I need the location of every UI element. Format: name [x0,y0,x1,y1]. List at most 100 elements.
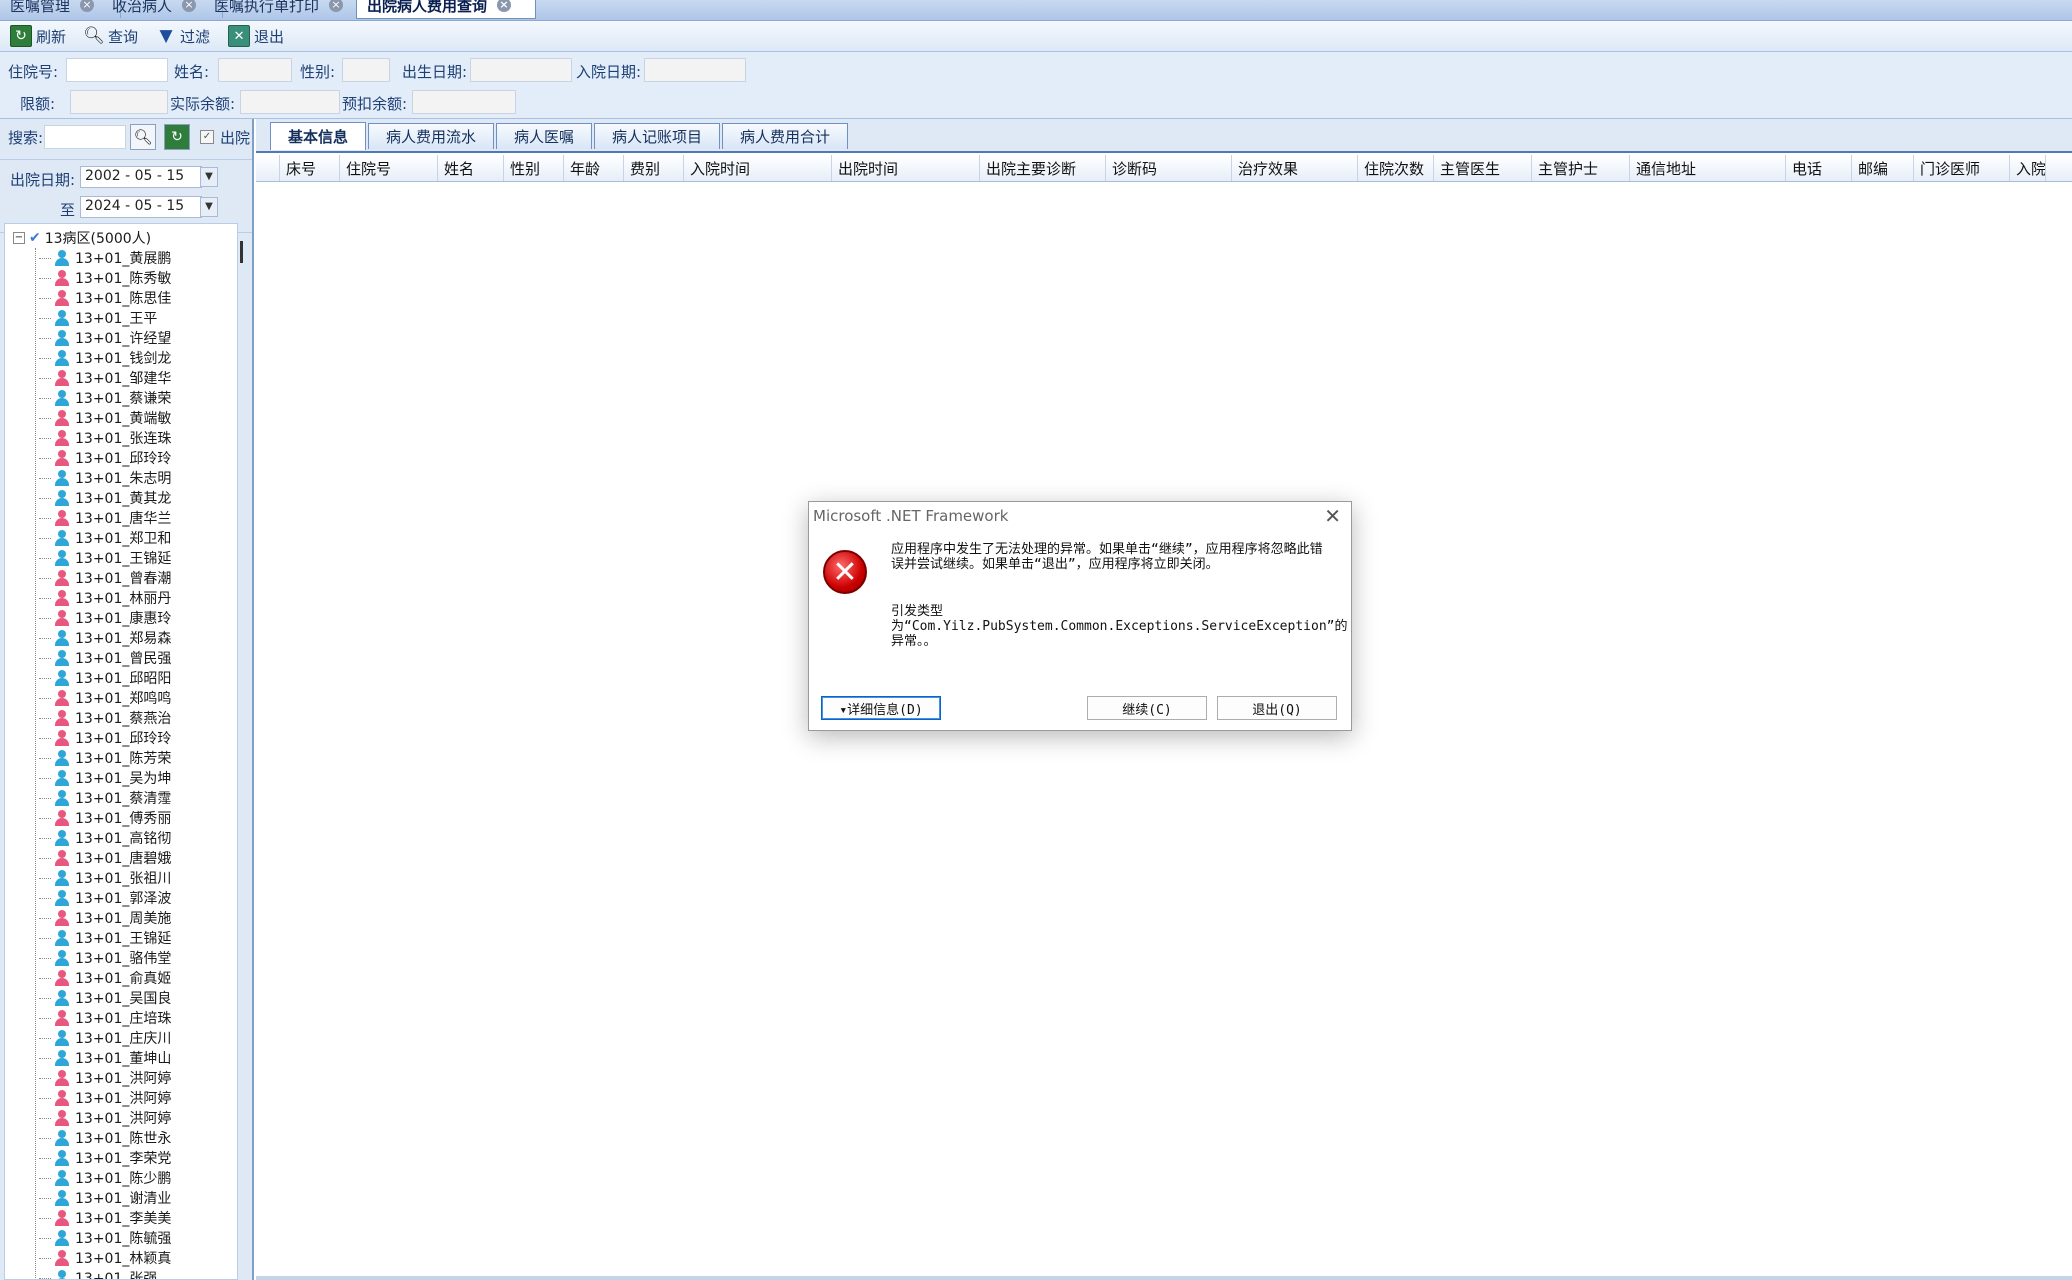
patient-tree-item[interactable]: 13+01_蔡燕治 [39,708,171,728]
patient-tree-item[interactable]: 13+01_张强 [39,1268,171,1279]
patient-tree-item[interactable]: 13+01_林丽丹 [39,588,171,608]
patient-tree-item[interactable]: 13+01_邱玲玲 [39,448,171,468]
patient-tree-item[interactable]: 13+01_黄展鹏 [39,248,171,268]
patient-tree-item[interactable]: 13+01_董坤山 [39,1048,171,1068]
patient-tree-item[interactable]: 13+01_林颖真 [39,1248,171,1268]
tab-basic-info[interactable]: 基本信息 [270,122,366,150]
grid-column-header[interactable]: 主管护士 [1532,155,1630,181]
grid-column-header[interactable]: 姓名 [438,155,504,181]
patient-tree-item[interactable]: 13+01_许经望 [39,328,171,348]
grid-column-header[interactable]: 邮编 [1852,155,1914,181]
grid-column-header[interactable]: 出院时间 [832,155,980,181]
patient-tree-item[interactable]: 13+01_洪阿婷 [39,1108,171,1128]
patient-tree-item[interactable]: 13+01_邱昭阳 [39,668,171,688]
grid-column-header[interactable]: 入院时间 [684,155,832,181]
patient-tree-item[interactable]: 13+01_朱志明 [39,468,171,488]
patient-tree-item[interactable]: 13+01_曾民强 [39,648,171,668]
close-icon[interactable]: × [329,0,344,12]
patient-tree-item[interactable]: 13+01_陈芳荣 [39,748,171,768]
patient-tree-item[interactable]: 13+01_唐碧娥 [39,848,171,868]
patient-tree-item[interactable]: 13+01_洪阿婷 [39,1088,171,1108]
patient-tree-item[interactable]: 13+01_郑鸣鸣 [39,688,171,708]
details-button[interactable]: ▾详细信息(D) [821,696,941,720]
patient-tree-item[interactable]: 13+01_李美美 [39,1208,171,1228]
patient-tree-item[interactable]: 13+01_黄其龙 [39,488,171,508]
continue-button[interactable]: 继续(C) [1087,696,1207,720]
patient-tree-item[interactable]: 13+01_钱剑龙 [39,348,171,368]
refresh-tree-button[interactable]: ↻ [164,124,190,150]
tab-fee-flow[interactable]: 病人费用流水 [368,123,494,149]
close-icon[interactable]: × [182,0,197,12]
patient-tree-item[interactable]: 13+01_傅秀丽 [39,808,171,828]
patient-tree-item[interactable]: 13+01_俞真姬 [39,968,171,988]
tab-orders[interactable]: 病人医嘱 [496,123,592,149]
patient-tree-item[interactable]: 13+01_庄培珠 [39,1008,171,1028]
patient-tree-item[interactable]: 13+01_陈世永 [39,1128,171,1148]
patient-tree-item[interactable]: 13+01_高铭彻 [39,828,171,848]
chevron-down-icon[interactable]: ▼ [200,197,218,217]
doc-tab-print[interactable]: 医嘱执行单打印 × [204,0,375,18]
grid-column-header[interactable]: 住院次数 [1358,155,1434,181]
patient-tree-item[interactable]: 13+01_庄庆川 [39,1028,171,1048]
patient-tree-item[interactable]: 13+01_王锦延 [39,548,171,568]
patient-tree-item[interactable]: 13+01_黄端敏 [39,408,171,428]
grid-column-header[interactable]: 出院主要诊断 [980,155,1106,181]
grid-column-header[interactable]: 主管医生 [1434,155,1532,181]
birth-date-input[interactable] [470,58,572,82]
patient-tree-item[interactable]: 13+01_陈秀敏 [39,268,171,288]
patient-tree-item[interactable]: 13+01_张连珠 [39,428,171,448]
grid-column-header[interactable]: 电话 [1786,155,1852,181]
patient-tree-item[interactable]: 13+01_陈思佳 [39,288,171,308]
admit-date-input[interactable] [644,58,746,82]
patient-tree-item[interactable]: 13+01_谢清业 [39,1188,171,1208]
grid-column-header[interactable]: 治疗效果 [1232,155,1358,181]
date-to-field[interactable]: 2024 - 05 - 15 [80,196,202,218]
chevron-down-icon[interactable]: ▼ [200,167,218,187]
close-icon[interactable]: ✕ [1324,504,1341,528]
patient-tree-item[interactable]: 13+01_郭泽波 [39,888,171,908]
query-button[interactable]: 🔍︎ 查询 [80,23,142,49]
refresh-button[interactable]: ↻ 刷新 [6,23,70,49]
close-icon[interactable]: × [497,0,512,12]
bottom-scrollbar[interactable] [256,1276,2072,1280]
tab-billing-items[interactable]: 病人记账项目 [594,123,720,149]
grid-column-header[interactable]: 住院号 [340,155,438,181]
patient-tree-item[interactable]: 13+01_吴国良 [39,988,171,1008]
collapse-icon[interactable]: − [13,232,25,244]
grid-column-header[interactable]: 门诊医师 [1914,155,2010,181]
patient-tree-item[interactable]: 13+01_王平 [39,308,171,328]
patient-tree-item[interactable]: 13+01_陈少鹏 [39,1168,171,1188]
patient-tree-item[interactable]: 13+01_吴为坤 [39,768,171,788]
filter-button[interactable]: ▼ 过滤 [152,23,214,49]
date-from-field[interactable]: 2002 - 05 - 15 [80,166,202,188]
search-button[interactable]: 🔍︎ [130,124,156,150]
patient-tree-item[interactable]: 13+01_郑卫和 [39,528,171,548]
close-icon[interactable]: × [80,0,95,12]
tab-fee-total[interactable]: 病人费用合计 [722,123,848,149]
name-input[interactable] [218,58,292,82]
grid-column-header[interactable]: 费别 [624,155,684,181]
grid-column-header[interactable]: 诊断码 [1106,155,1232,181]
grid-column-header[interactable]: 性别 [504,155,564,181]
patient-tree-item[interactable]: 13+01_蔡清霪 [39,788,171,808]
doc-tab-discharge-fee[interactable]: 出院病人费用查询 × [356,0,536,19]
quit-button[interactable]: 退出(Q) [1217,696,1337,720]
prepaid-balance-input[interactable] [412,90,516,114]
patient-tree-item[interactable]: 13+01_王锦延 [39,928,171,948]
search-input[interactable] [44,125,126,149]
actual-balance-input[interactable] [240,90,340,114]
grid-column-header[interactable]: 床号 [280,155,340,181]
grid-column-header[interactable]: 通信地址 [1630,155,1786,181]
patient-tree-item[interactable]: 13+01_曾春潮 [39,568,171,588]
patient-tree-item[interactable]: 13+01_郑易森 [39,628,171,648]
admission-no-input[interactable] [66,58,168,82]
exit-button[interactable]: ✕ 退出 [224,23,288,49]
patient-tree-item[interactable]: 13+01_唐华兰 [39,508,171,528]
grid-column-header[interactable]: 年龄 [564,155,624,181]
patient-tree-item[interactable]: 13+01_张祖川 [39,868,171,888]
patient-tree-item[interactable]: 13+01_蔡谦荣 [39,388,171,408]
patient-tree-item[interactable]: 13+01_陈毓强 [39,1228,171,1248]
patient-tree-item[interactable]: 13+01_邱玲玲 [39,728,171,748]
patient-tree-item[interactable]: 13+01_周美施 [39,908,171,928]
grid-select-all[interactable] [256,155,280,181]
